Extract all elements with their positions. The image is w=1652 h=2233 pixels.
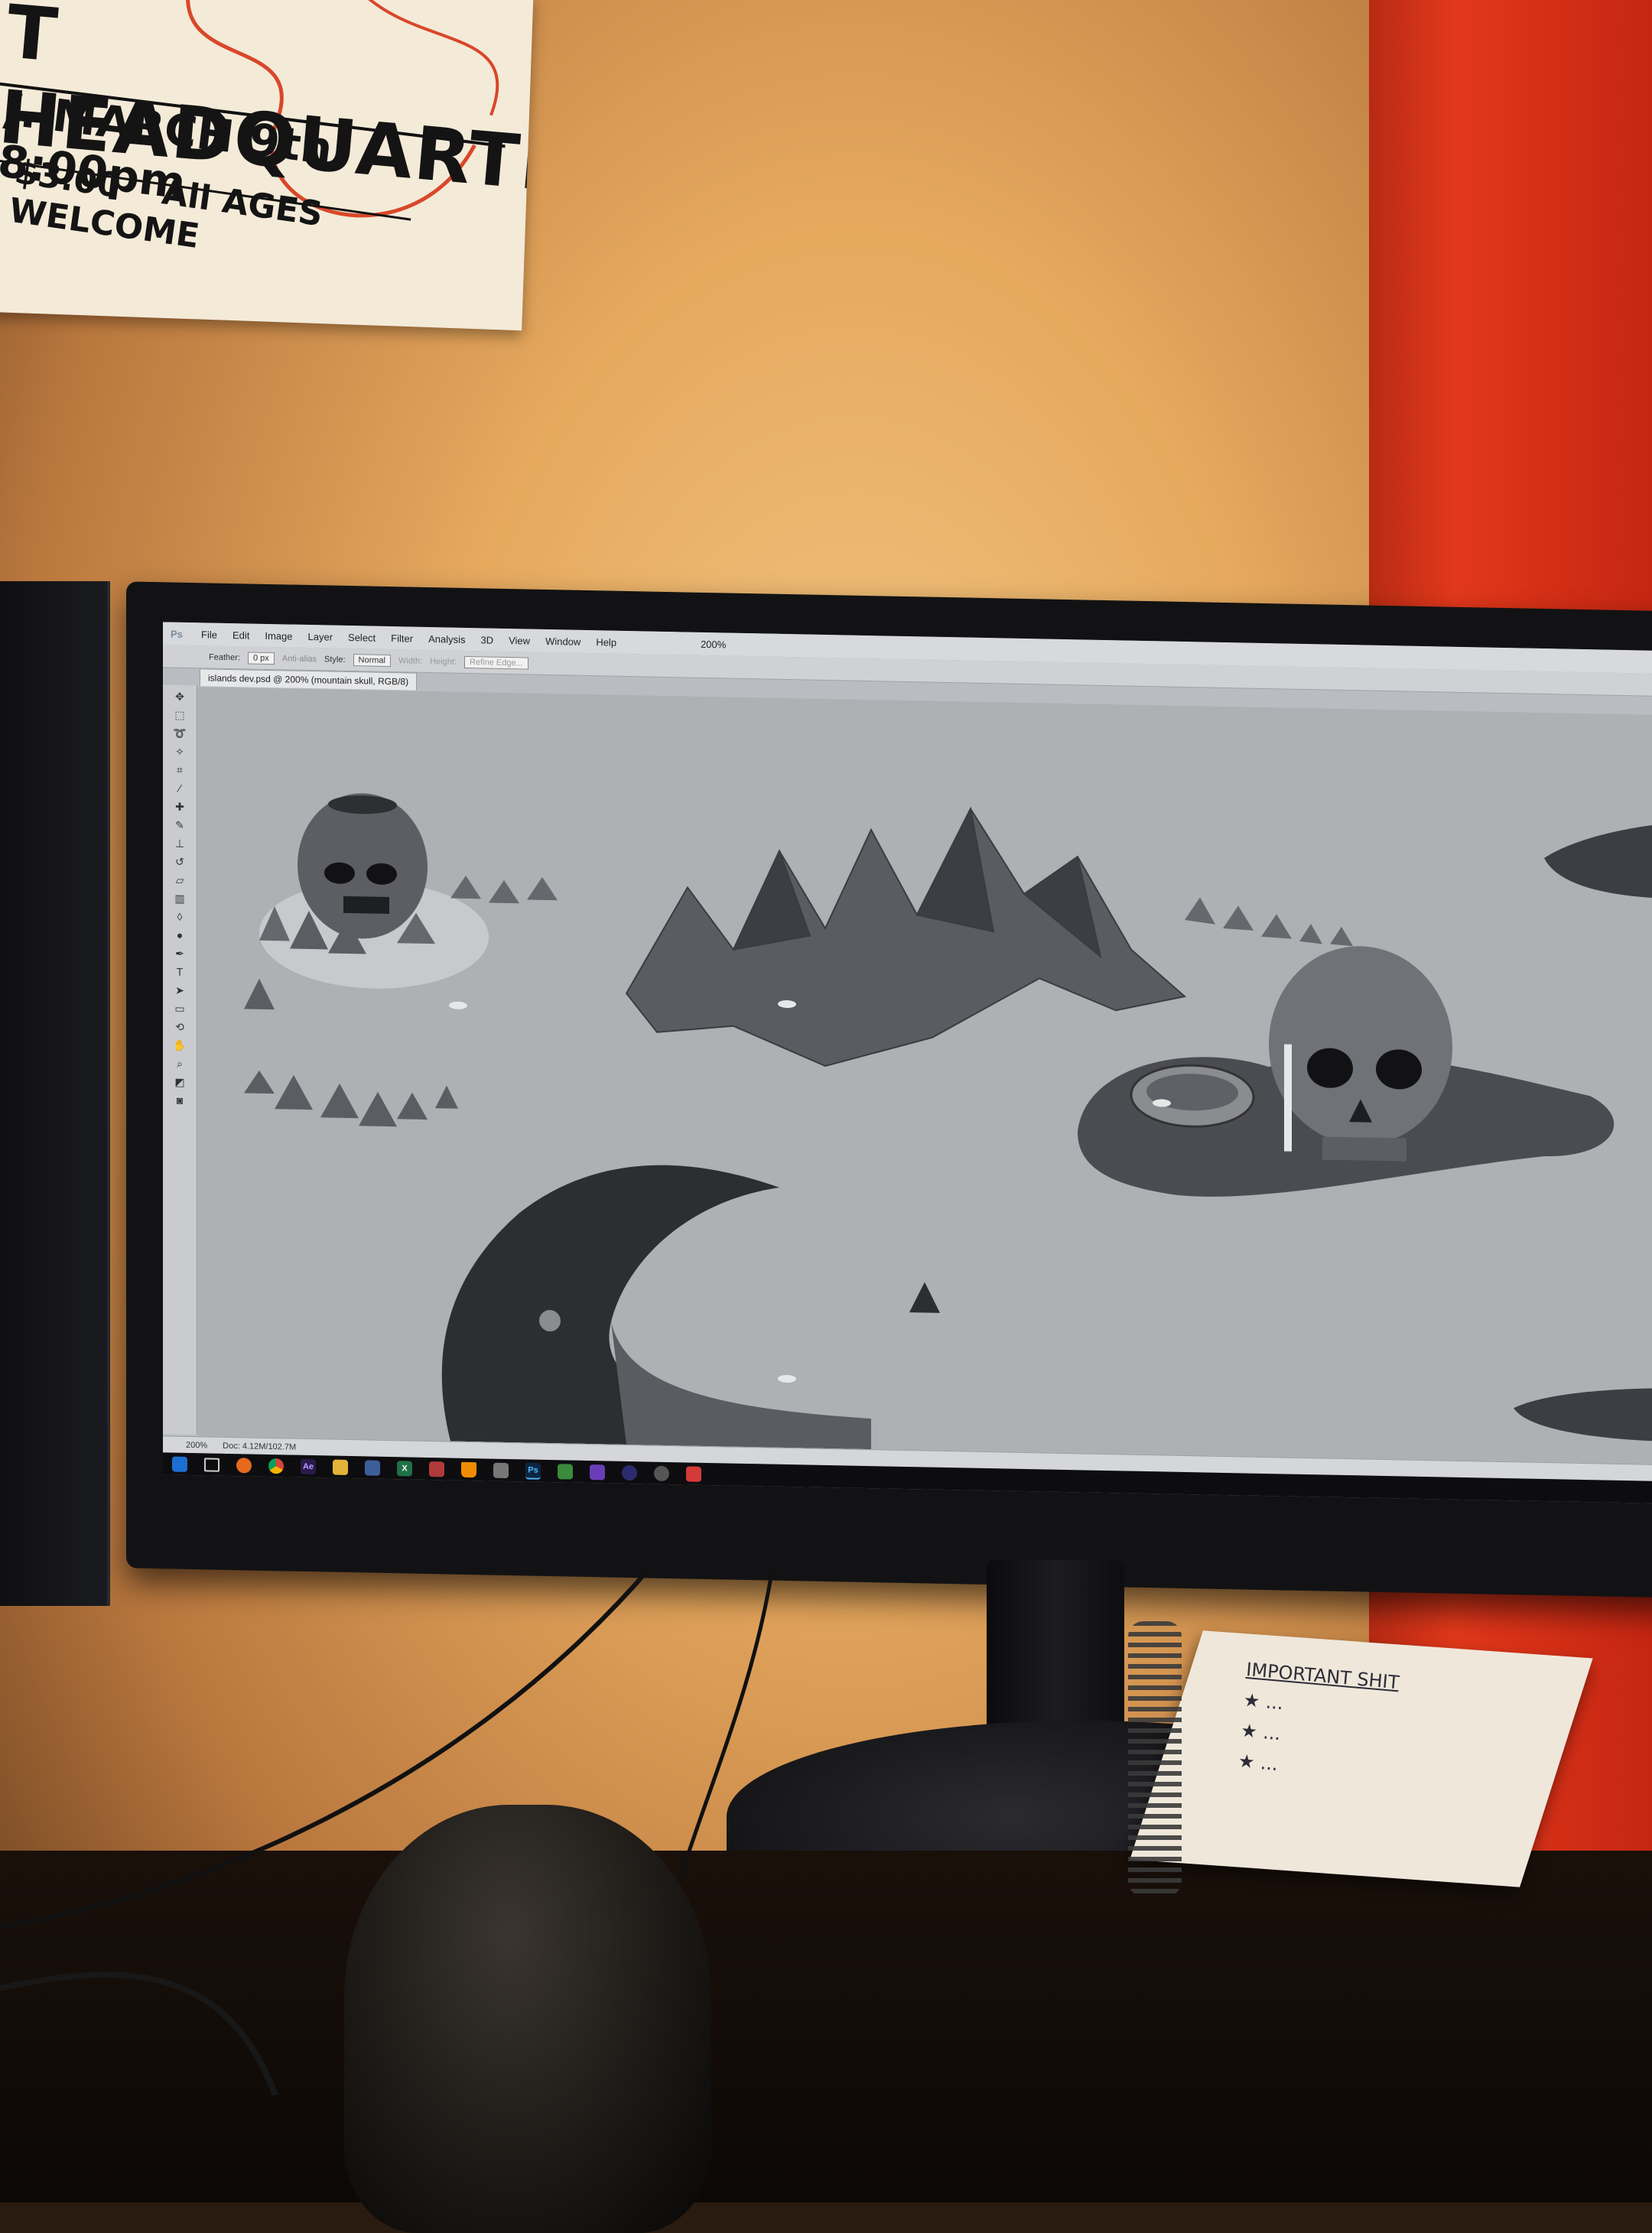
vlc-icon[interactable] bbox=[461, 1461, 476, 1478]
app-icon[interactable] bbox=[429, 1461, 444, 1477]
app-icon[interactable] bbox=[654, 1465, 669, 1482]
left-lower-islands bbox=[244, 978, 458, 1127]
zoom-tool-icon[interactable]: ⌕ bbox=[170, 1057, 190, 1071]
app-icon[interactable] bbox=[622, 1464, 637, 1481]
menu-analysis[interactable]: Analysis bbox=[421, 632, 473, 645]
visual-studio-icon[interactable] bbox=[590, 1464, 605, 1481]
height-label: Height: bbox=[430, 656, 457, 667]
main-monitor: Ps File Edit Image Layer Select Filter A… bbox=[126, 581, 1652, 1598]
path-select-icon[interactable]: ➤ bbox=[170, 983, 190, 997]
pen-tool-icon[interactable]: ✒ bbox=[170, 947, 190, 960]
refine-edge-button[interactable]: Refine Edge... bbox=[464, 655, 528, 670]
menu-3d[interactable]: 3D bbox=[473, 634, 501, 646]
speaker-object bbox=[344, 1805, 711, 2233]
dark-landmass bbox=[441, 1165, 871, 1450]
app-icon[interactable] bbox=[558, 1464, 573, 1480]
event-poster: T HEADQUARTERS /. MARCH 9th 8:00pm $3.00… bbox=[0, 0, 534, 331]
move-tool-icon[interactable]: ✥ bbox=[170, 690, 190, 704]
blur-tool-icon[interactable]: ◊ bbox=[170, 910, 190, 924]
healing-tool-icon[interactable]: ✚ bbox=[170, 800, 190, 814]
photoshop-logo: Ps bbox=[171, 628, 183, 640]
tools-panel: ✥ ⬚ ➰ ✧ ⌗ ⁄ ✚ ✎ ⊥ ↺ ▱ ▥ ◊ ● ✒ T ➤ ▭ ⟲ ✋ bbox=[163, 684, 197, 1435]
status-doc-size: Doc: 4.12M/102.7M bbox=[223, 1441, 297, 1452]
feather-label: Feather: bbox=[209, 652, 240, 662]
left-skull-island bbox=[259, 793, 558, 989]
shape-tool-icon[interactable]: ▭ bbox=[170, 1002, 190, 1016]
document-canvas[interactable] bbox=[198, 687, 1652, 1465]
eyedropper-tool-icon[interactable]: ⁄ bbox=[170, 782, 190, 795]
status-zoom[interactable]: 200% bbox=[186, 1440, 207, 1450]
buoy-marker bbox=[778, 1374, 796, 1383]
rock-islet bbox=[909, 1282, 940, 1313]
dodge-tool-icon[interactable]: ● bbox=[170, 928, 190, 942]
menu-filter[interactable]: Filter bbox=[383, 632, 421, 645]
after-effects-icon[interactable]: Ae bbox=[301, 1458, 316, 1475]
brush-tool-icon[interactable]: ✎ bbox=[170, 818, 190, 832]
windows-icon[interactable] bbox=[172, 1456, 187, 1472]
magic-wand-tool-icon[interactable]: ✧ bbox=[170, 745, 190, 759]
menu-select[interactable]: Select bbox=[340, 631, 383, 643]
app-icon[interactable] bbox=[365, 1460, 380, 1476]
buoy-marker bbox=[449, 1001, 467, 1009]
menu-help[interactable]: Help bbox=[588, 636, 624, 648]
menu-view[interactable]: View bbox=[501, 634, 538, 647]
menu-image[interactable]: Image bbox=[257, 629, 300, 642]
monitor-screen: Ps File Edit Image Layer Select Filter A… bbox=[163, 622, 1652, 1504]
taskview-icon[interactable] bbox=[204, 1458, 220, 1472]
crop-tool-icon[interactable]: ⌗ bbox=[170, 763, 190, 777]
feather-input[interactable]: 0 px bbox=[247, 651, 275, 665]
eraser-tool-icon[interactable]: ▱ bbox=[170, 873, 190, 887]
chrome-icon[interactable] bbox=[268, 1458, 284, 1474]
excel-icon[interactable]: X bbox=[397, 1461, 412, 1477]
left-monitor bbox=[0, 581, 110, 1606]
firefox-icon[interactable] bbox=[236, 1458, 252, 1474]
menu-window[interactable]: Window bbox=[538, 635, 588, 647]
lasso-tool-icon[interactable]: ➰ bbox=[170, 726, 190, 740]
menu-file[interactable]: File bbox=[193, 629, 225, 641]
type-tool-icon[interactable]: T bbox=[170, 965, 190, 979]
folder-icon[interactable] bbox=[333, 1459, 348, 1475]
hand-tool-icon[interactable]: ✋ bbox=[170, 1038, 190, 1052]
style-label: Style: bbox=[324, 654, 346, 665]
menu-layer[interactable]: Layer bbox=[301, 630, 341, 642]
mountain-range bbox=[625, 806, 1187, 1068]
stamp-tool-icon[interactable]: ⊥ bbox=[170, 837, 190, 850]
app-icon[interactable] bbox=[686, 1466, 701, 1482]
photo-scene: T HEADQUARTERS /. MARCH 9th 8:00pm $3.00… bbox=[0, 0, 1652, 2233]
antialias-checkbox[interactable]: Anti-alias bbox=[282, 654, 317, 664]
menu-edit[interactable]: Edit bbox=[225, 629, 257, 641]
style-select[interactable]: Normal bbox=[353, 653, 391, 667]
gradient-tool-icon[interactable]: ▥ bbox=[170, 892, 190, 905]
notebook-spiral bbox=[1128, 1621, 1182, 1897]
quick-mask-icon[interactable]: ◙ bbox=[170, 1094, 190, 1107]
app-icon[interactable] bbox=[493, 1462, 509, 1479]
island-map-artwork bbox=[244, 793, 1652, 1450]
color-swatches-icon[interactable]: ◩ bbox=[170, 1075, 190, 1089]
notebook-notes: IMPORTANT SHIT ★ ... ★ ... ★ ... bbox=[1231, 1654, 1552, 1864]
marquee-tool-icon[interactable]: ⬚ bbox=[170, 708, 190, 722]
history-brush-icon[interactable]: ↺ bbox=[170, 855, 190, 869]
width-label: Width: bbox=[398, 655, 423, 666]
small-islands-right bbox=[1185, 897, 1353, 947]
zoom-level-menu[interactable]: 200% bbox=[693, 638, 733, 650]
photoshop-icon[interactable]: Ps bbox=[525, 1462, 541, 1480]
3d-rotate-icon[interactable]: ⟲ bbox=[170, 1020, 190, 1034]
